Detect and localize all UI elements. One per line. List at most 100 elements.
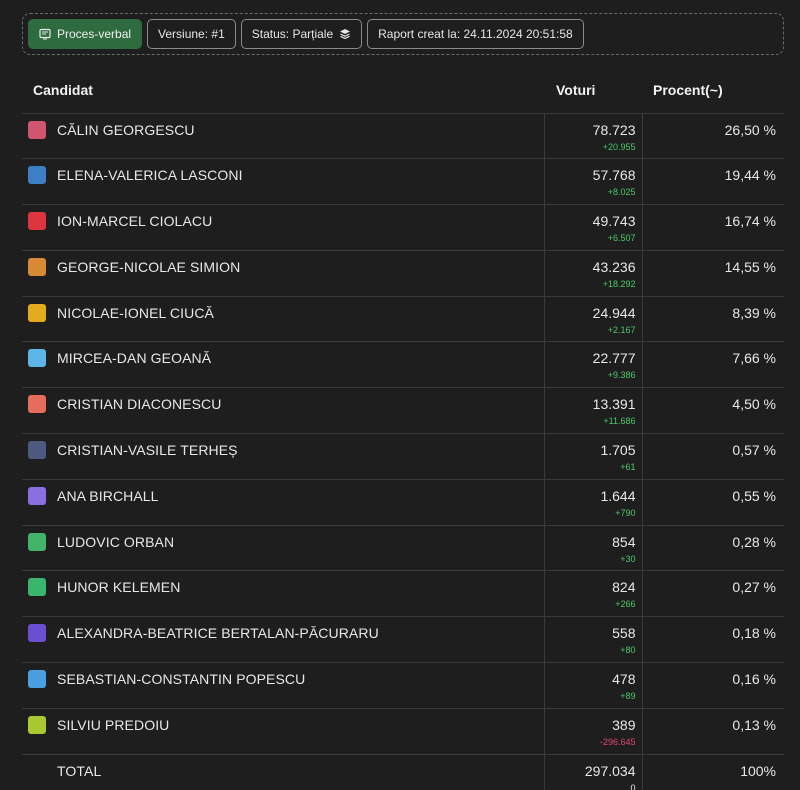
votes-value: 1.644	[600, 487, 636, 504]
votes-value: 24.944	[592, 304, 636, 321]
candidate-name: HUNOR KELEMEN	[57, 579, 181, 596]
candidate-color-swatch	[28, 578, 46, 597]
candidate-cell: SEBASTIAN-CONSTANTIN POPESCU	[22, 662, 545, 709]
percent-value: 0,57 %	[732, 442, 776, 459]
candidate-color-swatch	[28, 120, 46, 139]
votes-cell: 478 +89	[544, 662, 643, 709]
percent-value: 0,18 %	[732, 625, 776, 642]
votes-cell: 13.391 +11.686	[544, 387, 643, 435]
table-row[interactable]: HUNOR KELEMEN 824 +266 0,27 %	[22, 570, 784, 618]
votes-delta: +790	[615, 507, 636, 518]
candidate-cell: ELENA-VALERICA LASCONI	[22, 158, 545, 206]
candidate-color-swatch	[28, 257, 46, 276]
percent-cell: 16,74 %	[642, 204, 784, 251]
table-row[interactable]: ION-MARCEL CIOLACU 49.743 +6.507 16,74 %	[22, 204, 784, 251]
candidate-name: ALEXANDRA-BEATRICE BERTALAN-PĂCURARU	[57, 625, 379, 642]
candidate-cell: NICOLAE-IONEL CIUCĂ	[22, 296, 545, 343]
candidate-wrap: HUNOR KELEMEN	[28, 578, 544, 597]
candidate-wrap: SEBASTIAN-CONSTANTIN POPESCU	[28, 670, 544, 689]
candidate-color-swatch	[28, 715, 46, 734]
candidate-cell: CRISTIAN-VASILE TERHEȘ	[22, 433, 545, 480]
table-row[interactable]: ELENA-VALERICA LASCONI 57.768 +8.025 19,44 …	[22, 158, 784, 206]
votes-cell: 22.777 +9.386	[544, 341, 643, 389]
table-row[interactable]: MIRCEA-DAN GEOANĂ 22.777 +9.386 7,66 %	[22, 341, 784, 389]
percent-value: 14,55 %	[724, 258, 776, 275]
report-toolbar: Proces-verbal Versiune: #1 Status: Parți…	[22, 13, 784, 55]
percent-cell: 0,57 %	[642, 433, 784, 480]
candidate-color-swatch	[28, 441, 46, 460]
table-row[interactable]: CRISTIAN-VASILE TERHEȘ 1.705 +61 0,57 %	[22, 433, 784, 480]
votes-value: 389	[612, 716, 636, 733]
candidate-wrap: LUDOVIC ORBAN	[28, 532, 544, 551]
candidate-color-swatch	[28, 532, 46, 551]
votes-value: 49.743	[592, 213, 636, 230]
percent-cell: 8,39 %	[642, 296, 784, 343]
votes-value: 22.777	[592, 350, 636, 367]
raport-button[interactable]: Raport creat la: 24.11.2024 20:51:58	[367, 19, 584, 49]
votes-delta: +2.167	[607, 324, 636, 335]
percent-value: 0,13 %	[732, 716, 776, 733]
table-row[interactable]: ANA BIRCHALL 1.644 +790 0,55 %	[22, 479, 784, 526]
table-row[interactable]: LUDOVIC ORBAN 854 +30 0,28 %	[22, 525, 784, 572]
table-row[interactable]: ALEXANDRA-BEATRICE BERTALAN-PĂCURARU 558 +…	[22, 616, 784, 664]
candidate-cell: CRISTIAN DIACONESCU	[22, 387, 545, 435]
percent-cell: 4,50 %	[642, 387, 784, 435]
candidate-wrap: CRISTIAN DIACONESCU	[28, 395, 544, 414]
percent-cell: 0,18 %	[642, 616, 784, 664]
total-votes-value: 297.034	[584, 762, 636, 779]
votes-delta: +6.507	[607, 233, 636, 244]
header-procent[interactable]: Procent(~)	[642, 66, 784, 114]
total-votes-cell: 297.034 0	[544, 754, 643, 790]
votes-delta: +11.686	[603, 416, 636, 427]
candidate-color-swatch	[28, 303, 46, 322]
votes-value: 78.723	[592, 121, 636, 138]
document-icon	[39, 28, 51, 40]
header-voturi[interactable]: Voturi	[544, 66, 642, 114]
proces-verbal-button[interactable]: Proces-verbal	[28, 19, 143, 49]
versiune-button[interactable]: Versiune: #1	[147, 19, 236, 49]
candidate-name: NICOLAE-IONEL CIUCĂ	[57, 304, 214, 321]
versiune-label: Versiune: #1	[158, 27, 225, 41]
header-candidat[interactable]: Candidat	[22, 66, 544, 114]
votes-value: 558	[612, 625, 636, 642]
candidate-cell: ION-MARCEL CIOLACU	[22, 204, 545, 251]
candidate-cell: ALEXANDRA-BEATRICE BERTALAN-PĂCURARU	[22, 616, 545, 664]
candidate-wrap: ALEXANDRA-BEATRICE BERTALAN-PĂCURARU	[28, 624, 544, 643]
votes-value: 13.391	[592, 396, 636, 413]
candidate-name: CRISTIAN-VASILE TERHEȘ	[57, 442, 238, 459]
votes-cell: 1.644 +790	[544, 479, 643, 526]
table-row[interactable]: SILVIU PREDOIU 389 -296.645 0,13 %	[22, 708, 784, 755]
percent-value: 8,39 %	[732, 304, 776, 321]
percent-cell: 0,27 %	[642, 570, 784, 618]
raport-label: Raport creat la: 24.11.2024 20:51:58	[378, 27, 573, 41]
table-row[interactable]: CRISTIAN DIACONESCU 13.391 +11.686 4,50 %	[22, 387, 784, 435]
table-row[interactable]: CĂLIN GEORGESCU 78.723 +20.955 26,50 %	[22, 113, 784, 160]
candidate-cell: ANA BIRCHALL	[22, 479, 545, 526]
votes-delta: +8.025	[607, 187, 636, 198]
candidate-color-swatch	[28, 212, 46, 231]
percent-cell: 0,55 %	[642, 479, 784, 526]
votes-cell: 49.743 +6.507	[544, 204, 643, 251]
candidate-cell: GEORGE-NICOLAE SIMION	[22, 250, 545, 297]
table-row[interactable]: GEORGE-NICOLAE SIMION 43.236 +18.292 14,55 …	[22, 250, 784, 297]
table-row[interactable]: SEBASTIAN-CONSTANTIN POPESCU 478 +89 0,16 %	[22, 662, 784, 709]
total-percent-value: 100%	[740, 762, 776, 779]
votes-value: 824	[612, 579, 636, 596]
status-button[interactable]: Status: Parțiale	[240, 19, 363, 49]
votes-delta: +30	[620, 553, 636, 564]
table-row[interactable]: NICOLAE-IONEL CIUCĂ 24.944 +2.167 8,39 %	[22, 296, 784, 343]
candidate-wrap: ELENA-VALERICA LASCONI	[28, 166, 544, 185]
votes-delta: +89	[620, 691, 636, 702]
percent-value: 26,50 %	[724, 121, 776, 138]
percent-cell: 0,16 %	[642, 662, 784, 709]
votes-cell: 24.944 +2.167	[544, 296, 643, 343]
candidate-name: MIRCEA-DAN GEOANĂ	[57, 350, 212, 367]
table-header-row: Candidat Voturi Procent(~)	[22, 66, 784, 114]
votes-cell: 78.723 +20.955	[544, 113, 643, 160]
results-body: CĂLIN GEORGESCU 78.723 +20.955 26,50 % ELENA…	[22, 113, 784, 790]
candidate-wrap: CRISTIAN-VASILE TERHEȘ	[28, 441, 544, 460]
votes-delta: +18.292	[602, 278, 636, 289]
candidate-wrap: ION-MARCEL CIOLACU	[28, 212, 544, 231]
candidate-cell: LUDOVIC ORBAN	[22, 525, 545, 572]
proces-verbal-label: Proces-verbal	[57, 27, 132, 41]
